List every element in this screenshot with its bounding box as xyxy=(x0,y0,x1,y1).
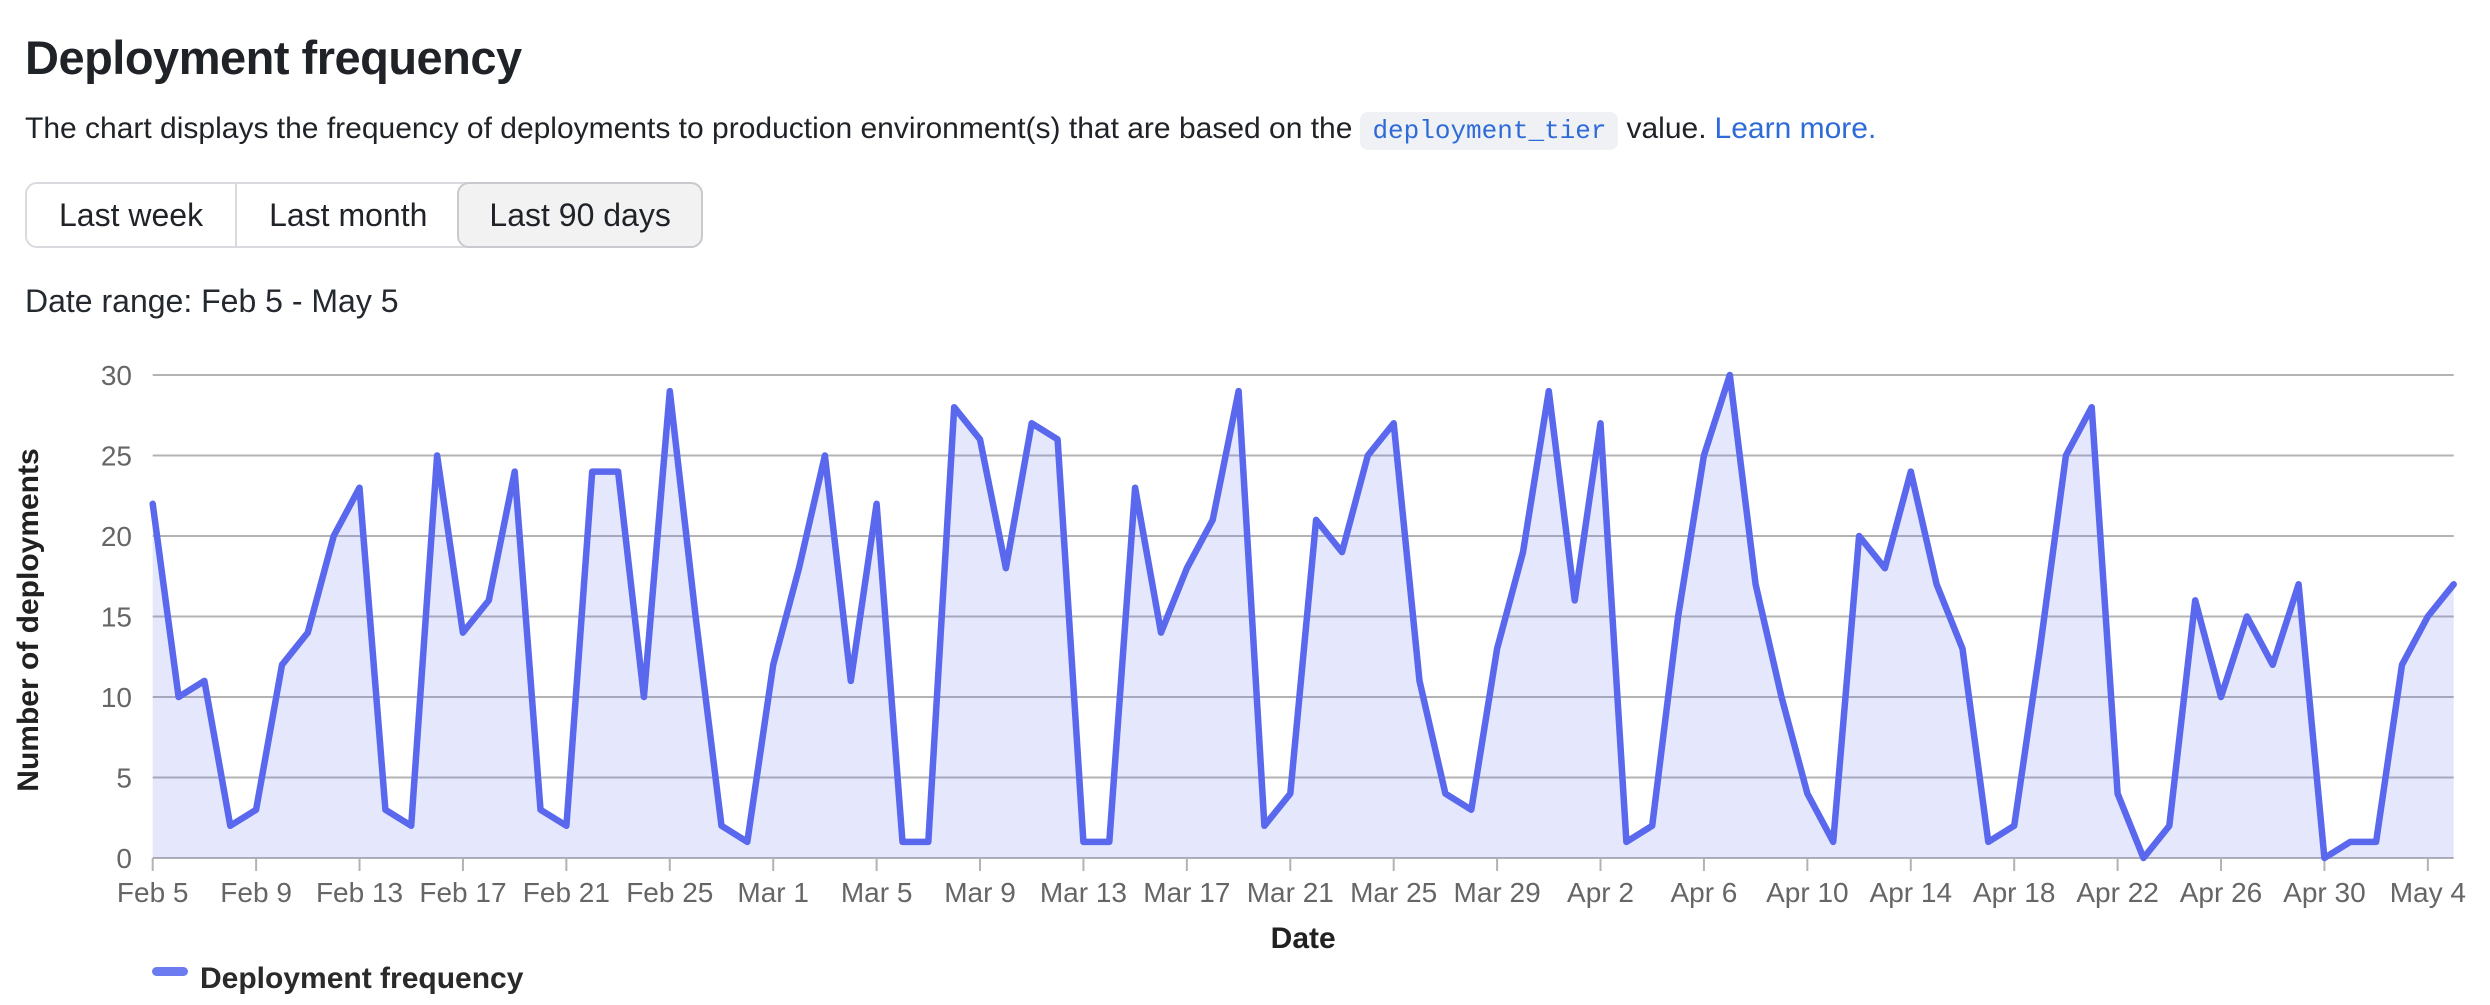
x-tick-label-apr-26: Apr 26 xyxy=(2180,877,2263,908)
x-tick-label-mar-5: Mar 5 xyxy=(841,877,913,908)
x-tick-label-mar-21: Mar 21 xyxy=(1247,877,1334,908)
y-tick-label-15: 15 xyxy=(101,602,132,633)
description-text-suffix: value. xyxy=(1626,112,1706,145)
y-tick-label-0: 0 xyxy=(116,843,132,874)
y-tick-label-20: 20 xyxy=(101,521,132,552)
x-tick-label-feb-21: Feb 21 xyxy=(523,877,610,908)
deployment-tier-code-chip: deployment_tier xyxy=(1360,112,1618,150)
x-tick-label-apr-2: Apr 2 xyxy=(1567,877,1634,908)
time-range-segmented-control: Last weekLast monthLast 90 days xyxy=(25,182,703,248)
x-tick-label-mar-17: Mar 17 xyxy=(1143,877,1230,908)
chart-description: The chart displays the frequency of depl… xyxy=(25,106,1876,154)
x-tick-label-feb-5: Feb 5 xyxy=(117,877,189,908)
x-tick-label-feb-13: Feb 13 xyxy=(316,877,403,908)
x-tick-label-apr-30: Apr 30 xyxy=(2283,877,2366,908)
description-text: The chart displays the frequency of depl… xyxy=(25,112,1352,145)
x-tick-label-mar-25: Mar 25 xyxy=(1350,877,1437,908)
deployment-frequency-chart: 0 5 10 15 20 25 30 Feb 5 Feb 9 Feb 13 Feb 17 Feb 21… xyxy=(0,340,2490,1005)
time-range-button-last-month[interactable]: Last month xyxy=(235,184,459,246)
time-range-button-last-90-days[interactable]: Last 90 days xyxy=(457,182,702,248)
x-tick-label-feb-25: Feb 25 xyxy=(626,877,713,908)
chart-container: 0 5 10 15 20 25 30 Feb 5 Feb 9 Feb 13 Feb 17 Feb 21… xyxy=(0,340,2490,1005)
time-range-button-last-week[interactable]: Last week xyxy=(27,184,235,246)
x-tick-label-apr-10: Apr 10 xyxy=(1766,877,1849,908)
x-tick-label-mar-1: Mar 1 xyxy=(737,877,809,908)
date-range-label: Date range: Feb 5 - May 5 xyxy=(25,283,399,320)
legend-label-deployment-frequency: Deployment frequency xyxy=(200,962,524,995)
x-tick-label-may-4: May 4 xyxy=(2390,877,2466,908)
learn-more-link[interactable]: Learn more. xyxy=(1715,112,1877,145)
y-tick-label-10: 10 xyxy=(101,682,132,713)
y-tick-label-5: 5 xyxy=(116,763,132,794)
chart-legend: Deployment frequency xyxy=(152,962,524,995)
x-tick-label-mar-29: Mar 29 xyxy=(1454,877,1541,908)
x-tick-label-apr-6: Apr 6 xyxy=(1670,877,1737,908)
x-tick-label-apr-18: Apr 18 xyxy=(1973,877,2056,908)
x-axis-title: Date xyxy=(1271,922,1336,955)
x-tick-label-apr-22: Apr 22 xyxy=(2076,877,2159,908)
y-axis-labels: 0 5 10 15 20 25 30 xyxy=(101,360,132,874)
x-axis-ticks: Feb 5 Feb 9 Feb 13 Feb 17 Feb 21 Feb 25 Mar 1 M… xyxy=(117,858,2466,908)
y-axis-title: Number of deployments xyxy=(12,448,45,791)
legend-swatch-deployment-frequency xyxy=(152,967,188,976)
y-tick-label-25: 25 xyxy=(101,441,132,472)
page-title: Deployment frequency xyxy=(25,30,522,85)
x-tick-label-apr-14: Apr 14 xyxy=(1870,877,1953,908)
x-tick-label-feb-17: Feb 17 xyxy=(419,877,506,908)
y-tick-label-30: 30 xyxy=(101,360,132,391)
x-tick-label-feb-9: Feb 9 xyxy=(220,877,292,908)
x-tick-label-mar-9: Mar 9 xyxy=(944,877,1016,908)
x-tick-label-mar-13: Mar 13 xyxy=(1040,877,1127,908)
deployment-frequency-page: Deployment frequency The chart displays … xyxy=(0,0,2490,1005)
